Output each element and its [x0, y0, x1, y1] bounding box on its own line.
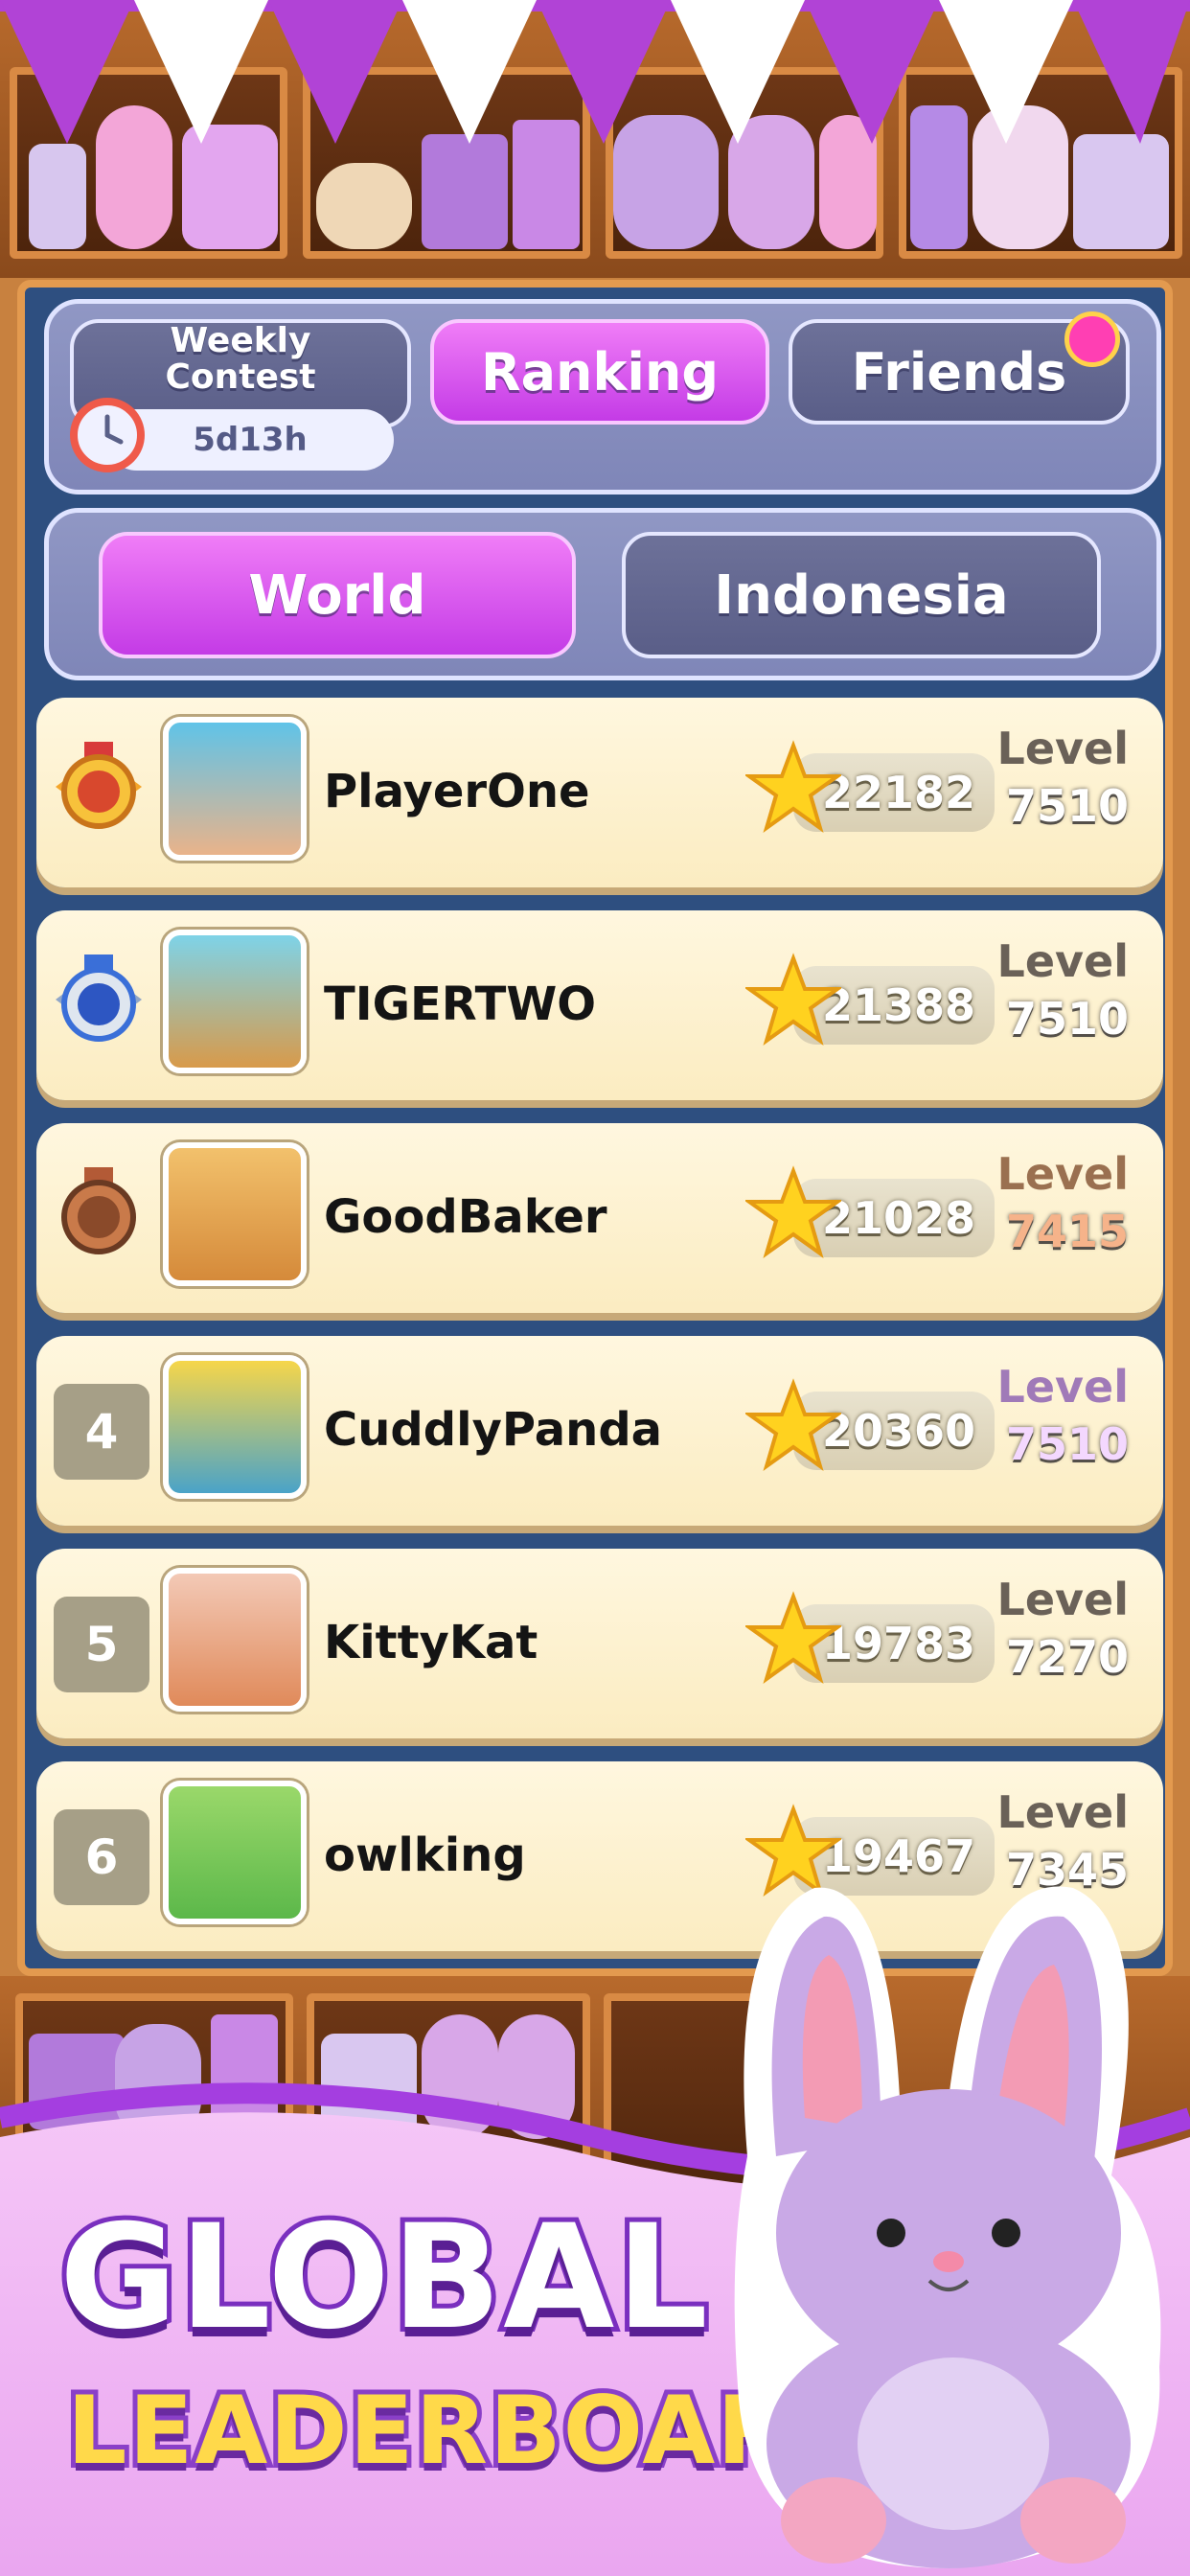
avatar[interactable] [163, 717, 307, 861]
star-icon [745, 1165, 841, 1258]
tab-friends[interactable]: Friends [789, 311, 1130, 425]
player-name: TIGERTWO [324, 978, 597, 1031]
tab-weekly-contest-label-line1: Weekly [170, 321, 311, 360]
tab-weekly-contest-label-line2: Contest [165, 357, 316, 397]
tab-ranking-label: Ranking [481, 341, 719, 402]
notification-badge-icon [1064, 311, 1120, 367]
player-name: CuddlyPanda [324, 1403, 663, 1457]
player-name: GoodBaker [324, 1190, 607, 1244]
leaderboard-row[interactable]: 1 PlayerOne 22182 Level 7510 [36, 698, 1163, 887]
leaderboard-row[interactable]: 4 CuddlyPanda 20360 Level 7510 [36, 1336, 1163, 1526]
leaderboard-panel: Weekly Contest 5d13h Ranking Friends Wor… [17, 280, 1173, 1976]
rank-number: 5 [54, 1597, 149, 1692]
score-value: 21388 [821, 979, 975, 1031]
contest-timer: 5d13h [106, 409, 394, 471]
score-value: 21028 [821, 1192, 975, 1244]
tab-world[interactable]: World [99, 532, 576, 658]
level-value: 7415 [1005, 1206, 1129, 1257]
player-name: KittyKat [324, 1616, 538, 1669]
bronze-medal-icon [61, 1167, 136, 1254]
avatar[interactable] [163, 1142, 307, 1286]
rank-number: 4 [54, 1384, 149, 1480]
avatar[interactable] [163, 1781, 307, 1924]
star-icon [745, 1378, 841, 1471]
level-label: Level [996, 1361, 1129, 1413]
silver-medal-icon [56, 954, 142, 1042]
star-icon [745, 1591, 841, 1684]
player-name: owlking [324, 1828, 526, 1882]
leaderboard-row[interactable]: GoodBaker 21028 Level 7415 [36, 1123, 1163, 1313]
rank-number: 6 [54, 1809, 149, 1905]
score-value: 19783 [821, 1618, 975, 1669]
level-value: 7510 [1005, 780, 1129, 832]
tab-indonesia-label: Indonesia [714, 564, 1009, 627]
bunting-decoration [0, 0, 1190, 144]
scope-tab-bar: World Indonesia [44, 508, 1161, 680]
promo-title-line1: GLOBAL [55, 2190, 713, 2366]
level-label: Level [996, 1148, 1129, 1200]
bunny-mascot-illustration [734, 1886, 1161, 2568]
star-icon [745, 953, 841, 1046]
cracker-box-prop [422, 134, 508, 249]
mode-tab-bar: Weekly Contest 5d13h Ranking Friends [44, 299, 1161, 494]
leaderboard-row[interactable]: 5 KittyKat 19783 Level 7270 [36, 1549, 1163, 1738]
level-label: Level [996, 935, 1129, 987]
level-value: 7270 [1005, 1631, 1129, 1683]
player-name: PlayerOne [324, 765, 590, 818]
tab-world-label: World [248, 564, 426, 627]
avatar[interactable] [163, 1568, 307, 1712]
score-value: 20360 [821, 1405, 975, 1457]
avatar[interactable] [163, 930, 307, 1073]
level-value: 7510 [1005, 993, 1129, 1045]
level-label: Level [996, 1786, 1129, 1838]
level-value: 7510 [1005, 1418, 1129, 1470]
leaderboard-row[interactable]: TIGERTWO 21388 Level 7510 [36, 910, 1163, 1100]
star-icon [745, 740, 841, 833]
gold-medal-icon [56, 742, 142, 829]
clock-icon [70, 398, 145, 472]
score-value: 22182 [821, 767, 975, 818]
timer-text: 5d13h [193, 421, 308, 459]
bottle-prop [29, 144, 86, 249]
level-label: Level [996, 1574, 1129, 1625]
top-shelf-decoration [0, 0, 1190, 278]
level-label: Level [996, 723, 1129, 774]
candy-bag-prop [1073, 134, 1169, 249]
tab-indonesia[interactable]: Indonesia [622, 532, 1101, 658]
tab-friends-label: Friends [851, 341, 1067, 402]
macaron-prop [316, 163, 412, 249]
avatar[interactable] [163, 1355, 307, 1499]
tab-ranking[interactable]: Ranking [430, 319, 769, 425]
